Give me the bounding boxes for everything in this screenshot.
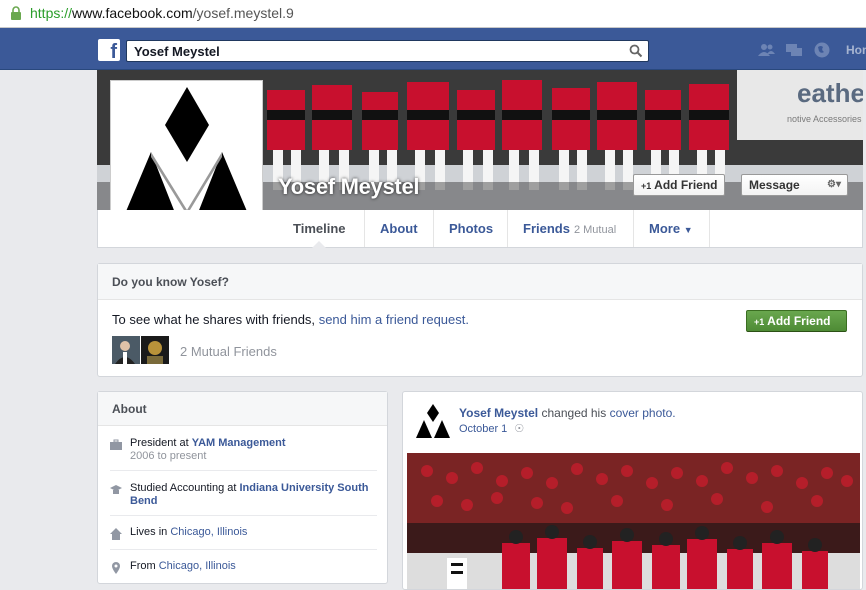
facebook-top-bar: f Yosef Meystel Hom xyxy=(0,28,866,70)
do-you-know-box: Do you know Yosef? To see what he shares… xyxy=(97,263,863,377)
tab-friends[interactable]: Friends 2 Mutual xyxy=(507,210,631,247)
tab-timeline[interactable]: Timeline xyxy=(278,210,361,248)
post-hockey-photo xyxy=(407,453,860,589)
location-pin-icon xyxy=(112,562,120,574)
svg-text:notive Accessories: notive Accessories xyxy=(787,114,862,124)
post-author-avatar[interactable] xyxy=(415,403,451,439)
svg-text:eathe: eathe xyxy=(797,78,863,108)
add-friend-green-button[interactable]: +1 Add Friend xyxy=(746,310,847,332)
send-friend-request-link[interactable]: send him a friend request. xyxy=(319,312,469,327)
post-author-link[interactable]: Yosef Meystel xyxy=(459,406,538,420)
lock-icon xyxy=(11,6,21,20)
browser-url-bar[interactable]: https://www.facebook.com/yosef.meystel.9 xyxy=(0,0,866,28)
work-company-link[interactable]: YAM Management xyxy=(192,437,286,449)
mutual-friend-avatar[interactable] xyxy=(112,336,140,364)
globe-privacy-icon: ☉ xyxy=(514,423,525,435)
about-lives-in: Lives in Chicago, Illinois xyxy=(110,526,377,550)
profile-logo-image xyxy=(115,85,258,228)
mutual-friend-avatar[interactable] xyxy=(141,336,169,364)
about-from: From Chicago, Illinois xyxy=(110,560,377,580)
tab-more[interactable]: More ▼ xyxy=(633,210,710,247)
about-education: Studied Accounting at Indiana University… xyxy=(110,482,377,516)
search-icon[interactable] xyxy=(629,44,643,58)
post-timestamp[interactable]: October 1 ☉ xyxy=(459,422,524,435)
search-input[interactable]: Yosef Meystel xyxy=(126,40,649,62)
timeline-post: Yosef Meystel changed his cover photo. O… xyxy=(402,391,863,590)
search-value: Yosef Meystel xyxy=(134,44,220,59)
chevron-down-icon: ▼ xyxy=(683,225,693,235)
lives-in-link[interactable]: Chicago, Illinois xyxy=(170,526,247,538)
profile-name[interactable]: Yosef Meystel xyxy=(278,174,420,200)
hometown-link[interactable]: Chicago, Illinois xyxy=(159,560,236,572)
messages-icon[interactable] xyxy=(785,41,803,59)
friend-requests-icon[interactable] xyxy=(757,41,775,59)
home-icon xyxy=(110,528,122,540)
do-you-know-title: Do you know Yosef? xyxy=(98,264,862,300)
about-work: President at YAM Management 2006 to prese… xyxy=(110,437,377,471)
home-link[interactable]: Hom xyxy=(846,43,866,57)
notifications-globe-icon[interactable] xyxy=(813,41,831,59)
facebook-logo[interactable]: f xyxy=(98,39,120,61)
education-icon xyxy=(110,485,122,494)
profile-tabs: Timeline About Photos Friends 2 Mutual Mo… xyxy=(97,210,863,248)
message-button[interactable]: Message ⚙▾ xyxy=(741,174,848,196)
about-panel: About President at YAM Management 2006 to… xyxy=(97,391,388,584)
friend-request-prompt: To see what he shares with friends, send… xyxy=(112,312,469,327)
add-friend-button[interactable]: +1 Add Friend xyxy=(633,174,726,196)
post-headline: Yosef Meystel changed his cover photo. xyxy=(459,406,676,420)
active-tab-indicator xyxy=(312,241,327,248)
tab-about[interactable]: About xyxy=(364,210,433,247)
about-title: About xyxy=(98,392,387,426)
cover-photo-link[interactable]: cover photo. xyxy=(610,406,676,420)
post-photo[interactable] xyxy=(407,453,860,589)
mutual-friends-count[interactable]: 2 Mutual Friends xyxy=(180,344,277,359)
tab-photos[interactable]: Photos xyxy=(433,210,508,247)
add-friend-icon: +1 xyxy=(754,317,765,327)
briefcase-icon xyxy=(110,439,122,450)
url-text: https://www.facebook.com/yosef.meystel.9 xyxy=(30,5,294,21)
gear-dropdown-icon[interactable]: ⚙▾ xyxy=(827,175,841,195)
add-friend-icon: +1 xyxy=(641,181,652,191)
